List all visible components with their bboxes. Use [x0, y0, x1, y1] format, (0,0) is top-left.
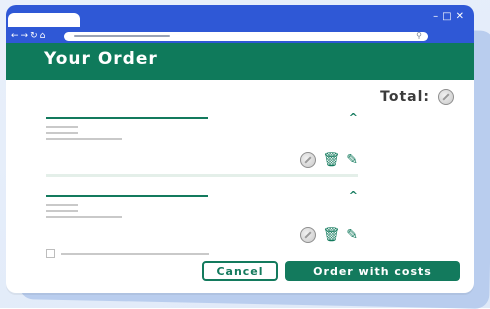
item-detail-placeholder	[46, 210, 78, 212]
window-controls: –□✕	[433, 11, 468, 22]
item-detail-placeholder	[46, 216, 122, 218]
browser-window: –□✕ ←→↻⌂ ⚲ Your Order Total: ^ 🗑 ✎ ^ 🗑 ✎…	[6, 5, 474, 293]
page-header: Your Order	[6, 43, 474, 80]
coin-icon	[438, 89, 454, 105]
forward-icon[interactable]: →	[21, 31, 31, 41]
chevron-up-icon[interactable]: ^	[349, 189, 358, 202]
trash-icon[interactable]: 🗑	[322, 228, 340, 242]
close-icon[interactable]: ✕	[456, 11, 468, 22]
item-actions: 🗑 ✎	[300, 227, 358, 243]
home-icon[interactable]: ⌂	[40, 31, 48, 41]
reload-icon[interactable]: ↻	[30, 31, 40, 41]
back-icon[interactable]: ←	[11, 31, 21, 41]
item-detail-placeholder	[46, 126, 78, 128]
pencil-icon[interactable]: ✎	[346, 228, 358, 242]
item-detail-placeholder	[46, 132, 78, 134]
coin-icon	[300, 152, 317, 168]
terms-row	[46, 249, 209, 258]
item-actions: 🗑 ✎	[300, 152, 358, 168]
total-label: Total:	[380, 89, 430, 105]
minimize-icon[interactable]: –	[433, 11, 442, 22]
chevron-up-icon[interactable]: ^	[349, 111, 358, 124]
item-detail-placeholder	[46, 204, 78, 206]
item-title-placeholder	[46, 117, 208, 119]
order-total: Total:	[380, 89, 454, 105]
browser-chrome: –□✕ ←→↻⌂ ⚲	[6, 5, 474, 43]
maximize-icon[interactable]: □	[442, 11, 455, 22]
navigation-bar: ←→↻⌂ ⚲	[6, 29, 474, 43]
item-divider	[46, 174, 358, 177]
coin-icon	[300, 227, 317, 243]
browser-tab[interactable]	[8, 13, 80, 27]
search-icon[interactable]: ⚲	[416, 31, 422, 40]
nav-icons: ←→↻⌂	[11, 29, 47, 43]
pencil-icon[interactable]: ✎	[346, 153, 358, 167]
terms-label-placeholder	[61, 252, 209, 255]
trash-icon[interactable]: 🗑	[322, 153, 340, 167]
page-title: Your Order	[44, 49, 158, 69]
item-title-placeholder	[46, 195, 208, 197]
address-bar[interactable]: ⚲	[64, 31, 428, 41]
item-detail-placeholder	[46, 138, 122, 140]
cancel-button[interactable]: Cancel	[202, 261, 278, 281]
order-button[interactable]: Order with costs	[285, 261, 460, 281]
terms-checkbox[interactable]	[46, 249, 55, 258]
url-placeholder	[74, 35, 170, 37]
